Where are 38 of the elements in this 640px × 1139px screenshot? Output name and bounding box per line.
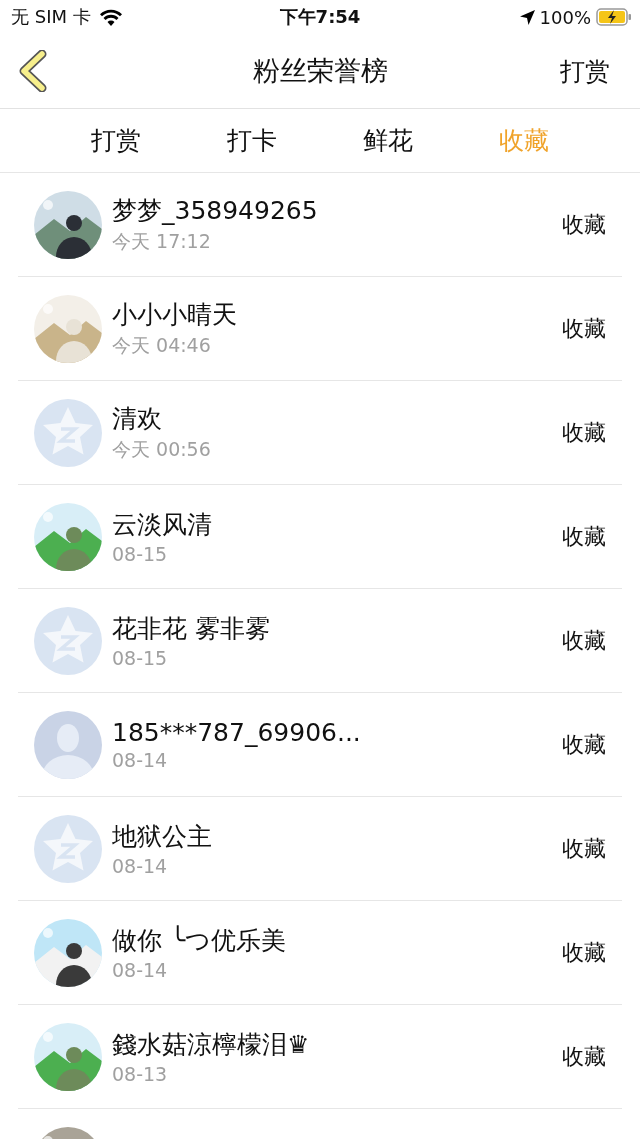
fan-time: 今天 00:56 — [112, 437, 212, 462]
category-label: 收藏 — [562, 1042, 606, 1071]
wifi-icon — [98, 8, 123, 26]
fan-time: 今天 17:12 — [112, 229, 212, 254]
category-label: 收藏 — [562, 834, 606, 863]
fan-name: 小小小晴天 — [112, 299, 238, 331]
tab[interactable]: 鲜花 — [357, 120, 419, 161]
clock-time: 下午7:54 — [279, 5, 361, 29]
category-label: 收藏 — [562, 938, 606, 967]
tab[interactable]: 打卡 — [221, 120, 283, 161]
battery-percent: 100% — [539, 6, 591, 28]
category-label: 收藏 — [562, 210, 606, 239]
reward-button[interactable]: 打赏 — [560, 54, 610, 88]
fan-time: 08-15 — [112, 543, 169, 565]
fan-name: 梦梦_358949265 — [112, 195, 319, 227]
fan-time: 08-15 — [112, 647, 169, 669]
category-label: 收藏 — [562, 626, 606, 655]
fan-name: 云淡风清 — [112, 509, 213, 541]
fan-name: 做你 ╰つ优乐美 — [112, 924, 287, 957]
fan-name: 地狱公主 — [112, 821, 213, 853]
fan-name: 185***787_69906... — [112, 718, 362, 747]
battery-charging-icon — [596, 8, 632, 26]
fan-time: 08-14 — [112, 749, 169, 771]
fan-time: 08-14 — [112, 959, 169, 981]
fan-time: 08-13 — [112, 1063, 169, 1085]
fan-name: 花非花 雾非雾 — [112, 613, 271, 645]
fan-time: 今天 04:46 — [112, 333, 212, 358]
fan-name: 清欢 — [112, 403, 163, 435]
fan-time: 08-14 — [112, 855, 169, 877]
location-arrow-icon — [519, 9, 535, 25]
tab[interactable]: 打赏 — [85, 120, 147, 161]
category-label: 收藏 — [562, 418, 606, 447]
fan-name: 錢水菇涼檸檬泪♛ — [112, 1029, 311, 1061]
page-title: 粉丝荣誉榜 — [252, 54, 388, 88]
carrier-label: 无 SIM 卡 — [11, 5, 91, 29]
category-label: 收藏 — [562, 314, 606, 343]
category-label: 收藏 — [562, 730, 606, 759]
category-label: 收藏 — [562, 522, 606, 551]
